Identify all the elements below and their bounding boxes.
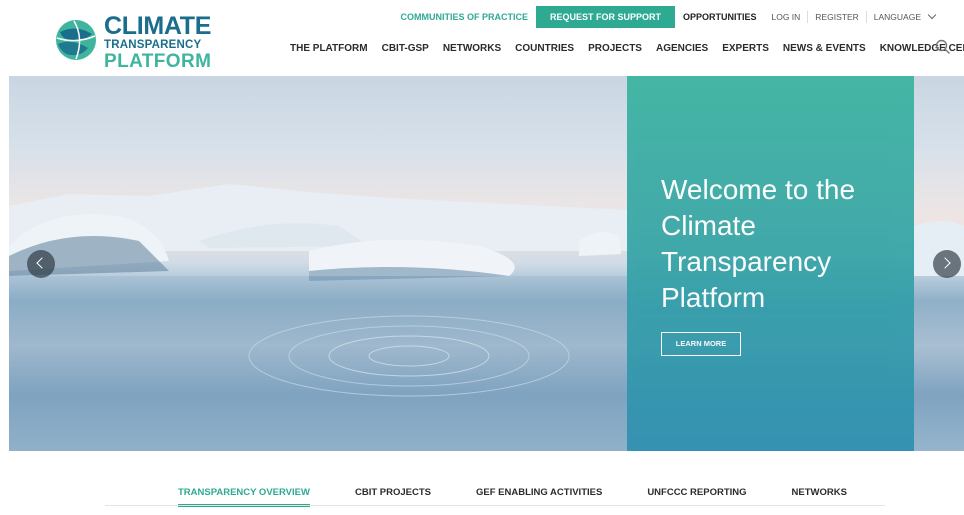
logo-line-1: CLIMATE	[104, 12, 212, 40]
opportunities-link[interactable]: OPPORTUNITIES	[675, 6, 765, 28]
tabs-divider	[105, 505, 885, 506]
nav-item-news-events[interactable]: NEWS & EVENTS	[783, 43, 866, 54]
hero-carousel: Welcome to the Climate Transparency Plat…	[9, 76, 964, 451]
search-icon[interactable]	[935, 39, 951, 55]
content-tabs: TRANSPARENCY OVERVIEW CBIT PROJECTS GEF …	[178, 487, 892, 507]
nav-item-agencies[interactable]: AGENCIES	[656, 43, 708, 54]
chevron-right-icon	[939, 257, 951, 269]
tab-cbit-projects[interactable]: CBIT PROJECTS	[355, 487, 431, 498]
utility-bar: COMMUNITIES OF PRACTICE REQUEST FOR SUPP…	[392, 6, 946, 28]
hero-title: Welcome to the Climate Transparency Plat…	[661, 174, 856, 313]
site-header: CLIMATE TRANSPARENCY PLATFORM COMMUNITIE…	[0, 0, 964, 76]
nav-item-countries[interactable]: COUNTRIES	[515, 43, 574, 54]
nav-item-experts[interactable]: EXPERTS	[722, 43, 769, 54]
communities-of-practice-link[interactable]: COMMUNITIES OF PRACTICE	[392, 6, 536, 28]
register-link[interactable]: REGISTER	[807, 11, 865, 23]
carousel-prev-button[interactable]	[27, 250, 55, 278]
tab-label: UNFCCC REPORTING	[647, 487, 747, 498]
learn-more-button[interactable]: LEARN MORE	[661, 332, 741, 356]
tab-label: NETWORKS	[791, 487, 847, 498]
main-nav: THE PLATFORM CBIT-GSP NETWORKS COUNTRIES…	[290, 38, 964, 58]
logo-wordmark: CLIMATE TRANSPARENCY PLATFORM	[104, 14, 211, 71]
tab-label: CBIT PROJECTS	[354, 487, 431, 498]
chevron-left-icon	[36, 257, 48, 269]
request-for-support-button[interactable]: REQUEST FOR SUPPORT	[535, 6, 675, 28]
hero-caption-panel: Welcome to the Climate Transparency Plat…	[627, 76, 914, 451]
nav-item-projects[interactable]: PROJECTS	[588, 43, 642, 54]
tab-label: TRANSPARENCY OVERVIEW	[178, 487, 310, 498]
nav-item-cbit-gsp[interactable]: CBIT-GSP	[382, 43, 429, 54]
tab-unfccc-reporting[interactable]: UNFCCC REPORTING	[647, 487, 746, 498]
login-link[interactable]: LOG IN	[764, 11, 807, 23]
tab-networks[interactable]: NETWORKS	[792, 487, 847, 498]
globe-logo-icon	[56, 20, 96, 60]
tab-transparency-overview[interactable]: TRANSPARENCY OVERVIEW	[178, 487, 310, 507]
chevron-down-icon	[927, 10, 937, 20]
language-select[interactable]: LANGUAGE	[865, 10, 946, 23]
nav-item-networks[interactable]: NETWORKS	[443, 43, 501, 54]
language-label: LANGUAGE	[873, 12, 921, 22]
site-logo[interactable]: CLIMATE TRANSPARENCY PLATFORM	[54, 14, 214, 71]
tab-label: GEF ENABLING ACTIVITIES	[475, 487, 603, 498]
tab-gef-enabling-activities[interactable]: GEF ENABLING ACTIVITIES	[476, 487, 602, 498]
logo-line-3: PLATFORM	[104, 50, 212, 72]
logo-line-2: TRANSPARENCY	[104, 39, 202, 51]
nav-item-knowledge-centre[interactable]: KNOWLEDGE CENTRE	[880, 43, 964, 54]
carousel-next-button[interactable]	[933, 250, 961, 278]
nav-item-the-platform[interactable]: THE PLATFORM	[290, 43, 368, 54]
